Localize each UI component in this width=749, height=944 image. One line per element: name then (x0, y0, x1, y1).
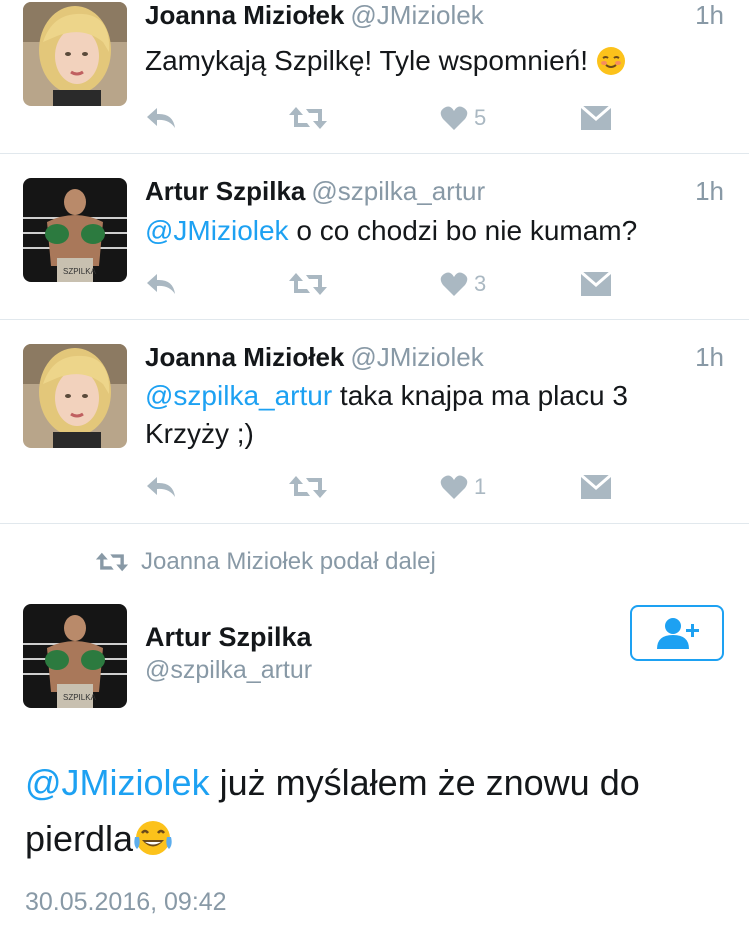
reply-icon (147, 108, 175, 128)
mention-link[interactable]: @szpilka_artur (145, 380, 332, 411)
avatar[interactable]: SZPILKA (23, 604, 127, 708)
retweet-button[interactable] (288, 264, 328, 304)
mention-link[interactable]: @JMiziolek (25, 762, 210, 803)
tweet-text-body: o co chodzi bo nie kumam? (288, 215, 638, 246)
mention-link[interactable]: @JMiziolek (145, 215, 289, 246)
reply-button[interactable] (145, 98, 177, 138)
like-count: 5 (474, 105, 487, 130)
reply-icon (147, 477, 175, 497)
reply-icon (147, 274, 175, 294)
retweet-icon (95, 552, 129, 572)
author-name[interactable]: Joanna Miziołek (145, 342, 344, 372)
author-name[interactable]: Artur Szpilka (145, 622, 312, 653)
retweet-button[interactable] (288, 467, 328, 507)
tweet-actions: 1 (145, 467, 625, 507)
like-button[interactable]: 1 (440, 467, 486, 507)
retweet-icon (289, 476, 327, 498)
timestamp[interactable]: 1h (695, 0, 724, 30)
heart-icon (440, 475, 468, 499)
author-handle[interactable]: @szpilka_artur (311, 176, 485, 206)
tweet[interactable]: Joanna Miziołek @JMiziolek 1h @szpilka_ar… (0, 320, 749, 524)
retweet-icon (289, 107, 327, 129)
retweet-button[interactable] (288, 98, 328, 138)
tweet-header: Joanna Miziołek @JMiziolek (145, 342, 484, 372)
direct-message-button[interactable] (581, 264, 611, 304)
tweet[interactable]: Joanna Miziołek @JMiziolek 1h Zamykają Sz… (0, 0, 749, 154)
like-button[interactable]: 5 (440, 98, 486, 138)
timestamp[interactable]: 1h (695, 342, 724, 372)
direct-message-button[interactable] (581, 98, 611, 138)
tweet-text: @szpilka_artur taka knajpa ma placu 3 Kr… (145, 377, 705, 453)
author-name[interactable]: Joanna Miziołek (145, 0, 344, 30)
author-handle[interactable]: @szpilka_artur (145, 656, 312, 685)
envelope-icon (581, 272, 611, 296)
tweet-actions: 5 (145, 98, 625, 138)
retweet-icon (289, 273, 327, 295)
like-count: 1 (474, 474, 487, 499)
tweet-timestamp[interactable]: 30.05.2016, 09:42 (25, 888, 227, 917)
reply-button[interactable] (145, 467, 177, 507)
heart-icon (440, 272, 468, 296)
author-handle[interactable]: @JMiziolek (350, 0, 483, 30)
retweet-context-label: Joanna Miziołek podał dalej (141, 548, 436, 575)
avatar[interactable] (23, 344, 127, 448)
relieved-face-emoji (596, 46, 626, 86)
author-handle[interactable]: @JMiziolek (350, 342, 483, 372)
follow-button[interactable] (630, 605, 724, 661)
direct-message-button[interactable] (581, 467, 611, 507)
retweet-context[interactable]: Joanna Miziołek podał dalej (95, 548, 436, 576)
avatar[interactable] (23, 2, 127, 106)
like-count: 3 (474, 271, 487, 296)
svg-text:SZPILKA: SZPILKA (63, 693, 97, 702)
tweet-text-body: Zamykają Szpilkę! Tyle wspomnień! (145, 45, 596, 76)
envelope-icon (581, 475, 611, 499)
tweet-text: @JMiziolek o co chodzi bo nie kumam? (145, 212, 705, 250)
tweet-header: Artur Szpilka @szpilka_artur (145, 176, 485, 206)
main-tweet-text: @JMiziolek już myślałem że znowu do pier… (25, 755, 725, 873)
envelope-icon (581, 106, 611, 130)
svg-text:SZPILKA: SZPILKA (63, 267, 97, 276)
timestamp[interactable]: 1h (695, 176, 724, 206)
heart-icon (440, 106, 468, 130)
author-name[interactable]: Artur Szpilka (145, 176, 305, 206)
reply-button[interactable] (145, 264, 177, 304)
like-button[interactable]: 3 (440, 264, 486, 304)
avatar[interactable]: SZPILKA (23, 178, 127, 282)
tweet[interactable]: SZPILKA Artur Szpilka @szpilka_artur 1h @… (0, 154, 749, 320)
tears-of-joy-emoji (133, 817, 173, 873)
tweet-text: Zamykają Szpilkę! Tyle wspomnień! (145, 42, 705, 86)
tweet-header: Joanna Miziołek @JMiziolek (145, 0, 484, 30)
tweet-actions: 3 (145, 264, 625, 304)
add-user-icon (657, 618, 699, 649)
